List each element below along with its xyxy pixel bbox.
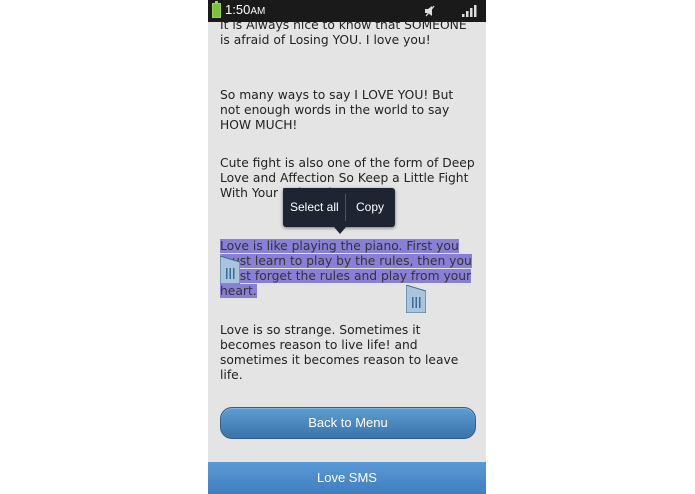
select-all-menu-item[interactable]: Select all <box>290 188 339 227</box>
text-selection-menu: Select all Copy <box>283 188 395 227</box>
message-item-1[interactable]: It is Always nice to know that SOMEONE i… <box>220 18 476 48</box>
battery-icon <box>212 1 221 18</box>
menu-divider <box>345 194 346 221</box>
selection-end-handle-icon[interactable] <box>406 285 426 313</box>
message-list[interactable]: It is Always nice to know that SOMEONE i… <box>208 18 486 462</box>
bottom-title-bar: Love SMS <box>208 462 486 494</box>
back-to-menu-button[interactable]: Back to Menu <box>220 407 476 439</box>
message-item-4-selected[interactable]: Love is like playing the piano. First yo… <box>220 239 476 299</box>
message-item-5[interactable]: Love is so strange. Sometimes it becomes… <box>220 323 476 383</box>
selection-start-handle-icon[interactable] <box>220 256 240 284</box>
signal-icon <box>462 5 477 17</box>
selected-text[interactable]: Love is like playing the piano. First yo… <box>220 239 472 298</box>
copy-menu-item[interactable]: Copy <box>356 188 384 227</box>
menu-pointer <box>334 227 346 234</box>
status-clock: 1:50AM <box>225 2 266 17</box>
phone-screen: 1:50AM It is Always nice to know that SO… <box>208 0 486 494</box>
message-item-2[interactable]: So many ways to say I LOVE YOU! But not … <box>220 88 476 133</box>
mute-icon <box>425 5 435 17</box>
